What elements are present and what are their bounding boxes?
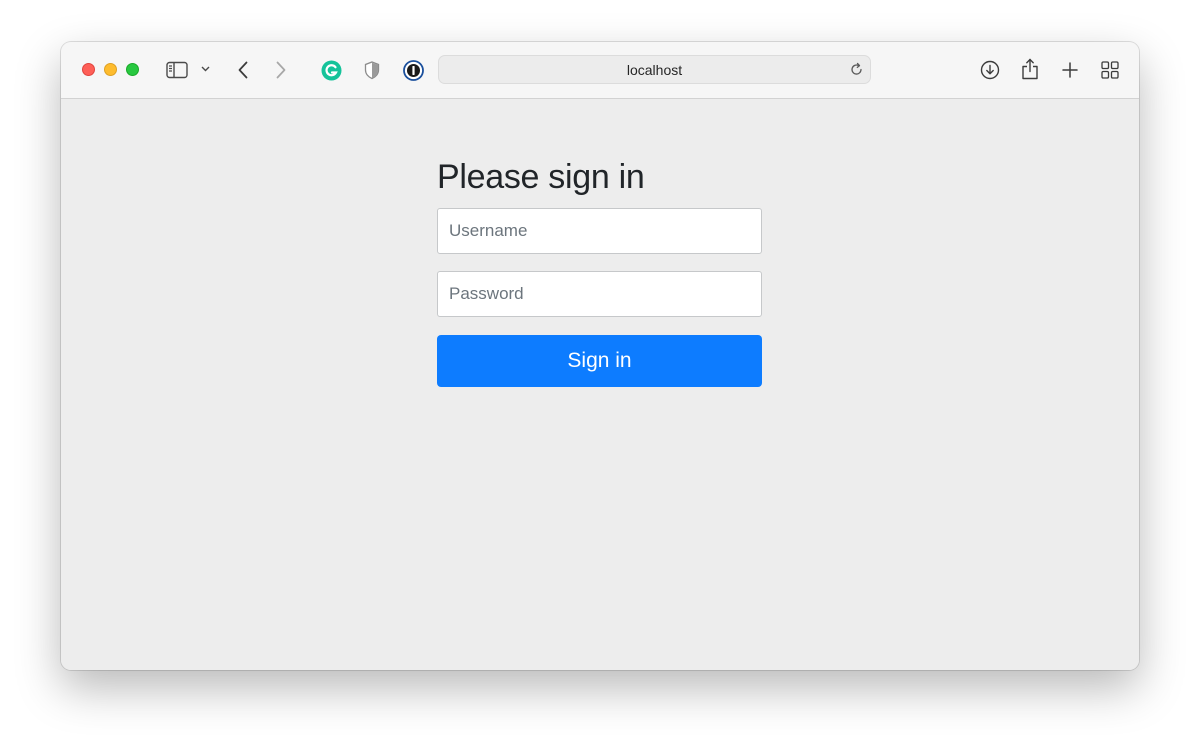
address-text: localhost <box>626 62 683 78</box>
chevron-down-icon[interactable] <box>200 64 210 74</box>
sign-in-form: Please sign in Sign in <box>437 157 762 387</box>
shield-icon[interactable] <box>363 59 381 81</box>
address-bar[interactable]: localhost <box>438 55 871 84</box>
share-icon[interactable] <box>1020 57 1040 81</box>
maximize-window-button[interactable] <box>126 63 139 76</box>
reload-icon[interactable] <box>849 62 864 77</box>
sign-in-button[interactable]: Sign in <box>437 335 762 387</box>
tab-overview-icon[interactable] <box>1100 60 1120 80</box>
minimize-window-button[interactable] <box>104 63 117 76</box>
password-input[interactable] <box>437 271 762 317</box>
browser-toolbar: localhost <box>61 42 1139 99</box>
grammarly-icon[interactable] <box>321 60 342 81</box>
plus-icon[interactable] <box>1060 59 1080 81</box>
1password-icon[interactable] <box>402 59 424 81</box>
page-content: Please sign in Sign in <box>61 99 1139 670</box>
sidebar-icon[interactable] <box>166 59 188 81</box>
download-icon[interactable] <box>979 59 1001 81</box>
forward-icon[interactable] <box>273 59 289 81</box>
page-title: Please sign in <box>437 158 645 196</box>
back-icon[interactable] <box>235 59 251 81</box>
browser-window: localhost Please sign in Username Sign i… <box>61 42 1139 670</box>
close-window-button[interactable] <box>82 63 95 76</box>
username-input[interactable] <box>437 208 762 254</box>
